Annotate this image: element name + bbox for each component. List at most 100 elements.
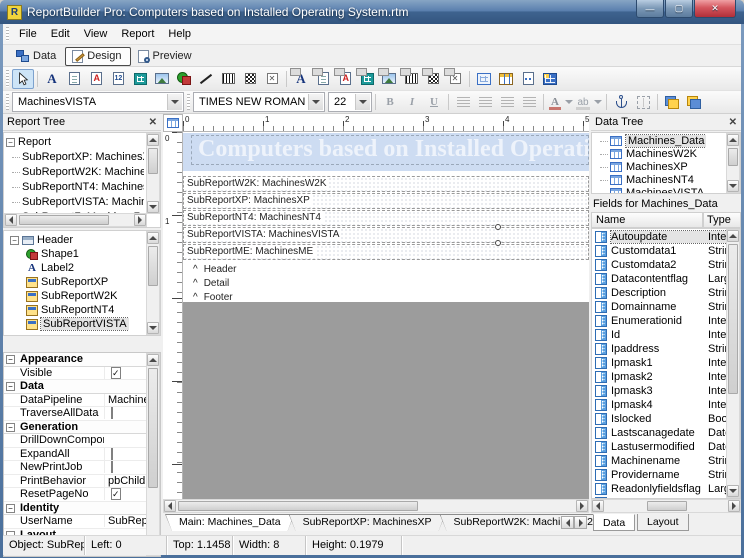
- highlight-color-button[interactable]: ab: [573, 92, 603, 112]
- property-row-drilldowncomponent[interactable]: DrillDownComponent: [4, 434, 146, 448]
- barcode-tool-icon[interactable]: [217, 69, 239, 89]
- tree-item-label2[interactable]: A Label2: [26, 261, 74, 275]
- field-row[interactable]: Ipmask1Integer: [595, 356, 727, 370]
- tree-item-subreportxp[interactable]: SubReportXP: MachinesXP: [12, 150, 144, 164]
- scroll-right-icon[interactable]: [728, 500, 740, 512]
- dbrichtext-tool-icon[interactable]: [334, 69, 356, 89]
- scroll-up-icon[interactable]: [147, 232, 159, 244]
- field-row[interactable]: Customdata2String: [595, 258, 727, 272]
- scroll-left-icon[interactable]: [5, 214, 17, 226]
- bring-to-front-icon[interactable]: [661, 92, 683, 112]
- image-tool-icon[interactable]: [151, 69, 173, 89]
- grid-tool-icon[interactable]: [495, 69, 517, 89]
- variable-tool-icon[interactable]: [129, 69, 151, 89]
- tab-scroll-left-icon[interactable]: [561, 516, 574, 529]
- crosstab-tool-icon[interactable]: [539, 69, 561, 89]
- band-marker-header[interactable]: ^Header: [193, 263, 237, 276]
- label-tool-icon[interactable]: A: [41, 69, 63, 89]
- title-bar[interactable]: R ReportBuilder Pro: Computers based on …: [0, 0, 744, 24]
- datatree-item-machines-data[interactable]: Machines_Data: [600, 134, 706, 148]
- collapse-icon[interactable]: −: [6, 355, 15, 364]
- menu-view[interactable]: View: [77, 25, 115, 43]
- menu-help[interactable]: Help: [161, 25, 198, 43]
- font-size-combo[interactable]: 22: [328, 92, 372, 112]
- italic-button[interactable]: I: [401, 92, 423, 112]
- chevron-down-icon[interactable]: [167, 94, 182, 110]
- font-color-button[interactable]: A: [547, 92, 573, 112]
- chevron-down-icon[interactable]: [308, 94, 323, 110]
- report-objects-vscrollbar[interactable]: [146, 231, 160, 335]
- align-left-icon[interactable]: [452, 92, 474, 112]
- band-selector-button[interactable]: [163, 114, 183, 132]
- barcode-2d-tool-icon[interactable]: [239, 69, 261, 89]
- checkbox-unchecked[interactable]: [111, 448, 113, 460]
- property-row-datapipeline[interactable]: DataPipelineMachinesVISTA: [4, 394, 146, 408]
- tab-design[interactable]: Design: [65, 47, 130, 66]
- collapse-icon[interactable]: −: [6, 138, 15, 147]
- collapse-icon[interactable]: −: [10, 236, 19, 245]
- tree-item-subreportvista[interactable]: SubReportVISTA: MachinesVISTA: [12, 195, 144, 209]
- band-marker-detail[interactable]: ^Detail: [193, 277, 229, 290]
- dbtext-tool-icon[interactable]: A: [290, 69, 312, 89]
- datatree-item-machinesvista[interactable]: MachinesVISTA: [600, 186, 704, 194]
- menu-report[interactable]: Report: [114, 25, 161, 43]
- tree-item-subreportw2k[interactable]: SubReportW2K: MachinesW2K: [12, 165, 144, 179]
- property-category-identity[interactable]: −Identity: [4, 502, 146, 516]
- scroll-up-icon[interactable]: [147, 354, 159, 366]
- region-tool-icon[interactable]: [473, 69, 495, 89]
- selection-handle[interactable]: [495, 224, 501, 230]
- richtext-tool-icon[interactable]: [85, 69, 107, 89]
- field-row[interactable]: DescriptionString: [595, 286, 727, 300]
- borders-icon[interactable]: [632, 92, 654, 112]
- report-tree-hscrollbar[interactable]: [4, 213, 147, 227]
- property-category-generation[interactable]: −Generation: [4, 421, 146, 435]
- property-row-printbehavior[interactable]: PrintBehaviorpbChild: [4, 475, 146, 489]
- collapse-icon[interactable]: −: [6, 423, 15, 432]
- property-category-data[interactable]: −Data: [4, 380, 146, 394]
- tree-item-obj-subreportw2k[interactable]: SubReportW2K: [26, 289, 117, 303]
- pagebreak-tool-icon[interactable]: [517, 69, 539, 89]
- fields-hscrollbar[interactable]: [591, 499, 741, 513]
- property-category-appearance[interactable]: −Appearance: [4, 353, 146, 367]
- scroll-up-icon[interactable]: [727, 230, 739, 242]
- memo-tool-icon[interactable]: [63, 69, 85, 89]
- header-band-area[interactable]: Computers based on Installed Operating S…: [183, 133, 589, 171]
- field-row[interactable]: Ipmask2Integer: [595, 370, 727, 384]
- page-tab-main[interactable]: Main: Machines_Data: [165, 514, 295, 531]
- field-row[interactable]: Customdata1String: [595, 244, 727, 258]
- bold-button[interactable]: B: [379, 92, 401, 112]
- dbimage-tool-icon[interactable]: [378, 69, 400, 89]
- send-to-back-icon[interactable]: [683, 92, 705, 112]
- report-tree-vscrollbar[interactable]: [146, 133, 160, 214]
- collapse-icon[interactable]: −: [6, 382, 15, 391]
- datatree-item-machinesxp[interactable]: MachinesXP: [600, 160, 688, 174]
- tab-scroll-right-icon[interactable]: [574, 516, 587, 529]
- property-row-newprintjob[interactable]: NewPrintJob: [4, 461, 146, 475]
- right-tab-layout[interactable]: Layout: [637, 514, 689, 531]
- dbcalc-tool-icon[interactable]: [356, 69, 378, 89]
- dbmemo-tool-icon[interactable]: [312, 69, 334, 89]
- property-row-traversealldata[interactable]: TraverseAllData: [4, 407, 146, 421]
- property-row-username[interactable]: UserNameSubReportVISTA: [4, 515, 146, 529]
- datapipeline-combo[interactable]: MachinesVISTA: [12, 92, 184, 112]
- underline-button[interactable]: U: [423, 92, 445, 112]
- anchor-icon[interactable]: [610, 92, 632, 112]
- scroll-up-icon[interactable]: [727, 134, 739, 146]
- close-icon[interactable]: ✕: [149, 117, 157, 128]
- minimize-button[interactable]: —: [636, 0, 664, 18]
- scroll-up-icon[interactable]: [147, 134, 159, 146]
- property-row-expandall[interactable]: ExpandAll: [4, 448, 146, 462]
- tree-item-report[interactable]: − Report: [6, 135, 51, 149]
- scroll-down-icon[interactable]: [147, 322, 159, 334]
- align-justify-icon[interactable]: [518, 92, 540, 112]
- fields-vscrollbar[interactable]: [726, 229, 740, 498]
- checkbox-checked[interactable]: ✓: [111, 367, 121, 379]
- design-canvas[interactable]: Computers based on Installed Operating S…: [183, 132, 589, 499]
- font-name-combo[interactable]: TIMES NEW ROMAN: [193, 92, 325, 112]
- checkbox-checked[interactable]: ✓: [111, 488, 121, 500]
- tree-item-subreportnt4[interactable]: SubReportNT4: MachinesNT4: [12, 180, 144, 194]
- field-row[interactable]: MachinenameString: [595, 454, 727, 468]
- field-row[interactable]: LastscanagedateDate: [595, 426, 727, 440]
- property-row-resetpageno[interactable]: ResetPageNo✓: [4, 488, 146, 502]
- dbbarcode-tool-icon[interactable]: [400, 69, 422, 89]
